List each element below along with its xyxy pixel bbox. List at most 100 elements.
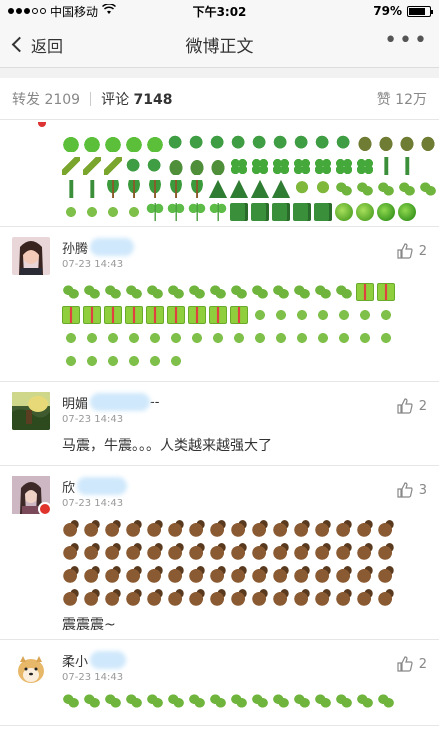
leaf-emoji-icon [374,303,398,327]
comment-item[interactable]: 2 柔小 07-23 14:43 [0,640,439,726]
emoji-row [62,542,429,562]
gift-emoji-icon [125,306,143,324]
status-right: 79% [373,4,433,18]
emoji-row [62,133,437,153]
comment-item[interactable]: 2 孙腾 07-23 14:43 [0,227,439,382]
seedling-emoji-icon [167,203,185,221]
tab-like[interactable]: 赞 12万 [377,89,427,109]
herb-emoji-icon [83,692,101,710]
comment-author[interactable]: 柔小 [62,640,429,670]
palm-emoji-icon [167,180,185,198]
horse-emoji-icon [188,589,206,607]
horse-emoji-icon [314,566,332,584]
comment-time: 07-23 14:43 [62,259,124,270]
comment-author[interactable]: 欣 [62,466,429,496]
comment-text: 马震，牛震。。。人类越来越强大了 [62,438,272,454]
leaf-emoji-icon [101,326,125,350]
comment-time: 07-23 14:43 [62,672,124,683]
leaf-emoji-icon [122,349,146,373]
comment-author[interactable]: 孙腾 [62,227,429,257]
avatar[interactable] [12,650,50,688]
croc-emoji-icon [209,157,227,175]
horse-emoji-icon [167,566,185,584]
emoji-row [62,156,429,176]
tab-divider [90,91,92,106]
horse-emoji-icon [377,520,395,538]
horse-emoji-icon [230,589,248,607]
horse-emoji-icon [314,589,332,607]
horse-emoji-icon [146,543,164,561]
gift-emoji-icon [209,306,227,324]
gift-emoji-icon [146,306,164,324]
tab-comment[interactable]: 评论 7148 [101,89,172,109]
status-left: 中国移动 [8,3,117,20]
leaf-emoji-icon [290,303,314,327]
frog-emoji-icon [62,134,80,152]
emoji-row [62,519,429,539]
leaf-emoji-icon [80,200,104,224]
herb-emoji-icon [314,283,332,301]
comment-partial [0,120,439,227]
horse-emoji-icon [167,520,185,538]
horse-emoji-icon [251,520,269,538]
verified-badge-icon [38,122,46,127]
comment-item[interactable]: 3 欣 07-23 14:43 震震震~ [0,466,439,640]
horse-emoji-icon [209,566,227,584]
horse-emoji-icon [272,566,290,584]
pine-emoji-icon [230,180,248,198]
horse-emoji-icon [167,589,185,607]
herb-emoji-icon [104,283,122,301]
horse-emoji-icon [377,543,395,561]
emoji-block [59,133,439,224]
herb-emoji-icon [251,283,269,301]
herb-emoji-icon [146,692,164,710]
comment-item[interactable]: 2 明媚 -- 07-23 14:43 马震，牛震。。。人类越来越强大了 [0,382,439,466]
section-gap [0,68,439,78]
horse-emoji-icon [62,520,80,538]
like-button[interactable]: 2 [397,398,427,414]
like-button[interactable]: 2 [397,656,427,672]
horse-emoji-icon [356,520,374,538]
avatar[interactable] [12,237,50,275]
more-options-button[interactable]: ••• [384,29,429,60]
tabs-bar: 转发 2109 评论 7148 赞 12万 [0,78,439,120]
back-button[interactable]: 返回 [10,33,63,57]
horse-emoji-icon [125,589,143,607]
emoji-block [62,519,429,608]
turtle-emoji-icon [419,134,437,152]
tab-repost[interactable]: 转发 2109 [12,89,80,109]
leaf-emoji-icon [164,349,188,373]
clover-emoji-icon [356,157,374,175]
carrier-label: 中国移动 [50,4,99,19]
melon-emoji-icon [356,203,374,221]
emoji-row [62,565,429,585]
comment-author[interactable]: 明媚 -- [62,382,429,412]
horse-emoji-icon [125,520,143,538]
avatar[interactable] [12,476,52,516]
leaf-emoji-icon [122,200,146,224]
pine-emoji-icon [209,180,227,198]
leaf-emoji-icon [101,349,125,373]
avatar[interactable] [12,392,50,430]
herb-emoji-icon [146,283,164,301]
leaf-emoji-icon [374,326,398,350]
author-name: 欣 [62,480,76,496]
clover-emoji-icon [293,157,311,175]
leaf-emoji-icon [143,349,167,373]
tab-comment-count: 7148 [133,91,173,108]
horse-emoji-icon [356,566,374,584]
herb-emoji-icon [125,692,143,710]
horse-emoji-icon [62,589,80,607]
thumbs-up-icon [397,243,413,259]
leaf-emoji-icon [59,349,83,373]
horse-emoji-icon [146,520,164,538]
thumbs-up-icon [397,482,413,498]
like-button[interactable]: 3 [397,482,427,498]
leaf-emoji-icon [311,303,335,327]
herb-emoji-icon [209,692,227,710]
like-button[interactable]: 2 [397,243,427,259]
gift-emoji-icon [356,283,374,301]
leaf-emoji-icon [269,326,293,350]
herb-emoji-icon [314,692,332,710]
snake-emoji-icon [125,157,143,175]
